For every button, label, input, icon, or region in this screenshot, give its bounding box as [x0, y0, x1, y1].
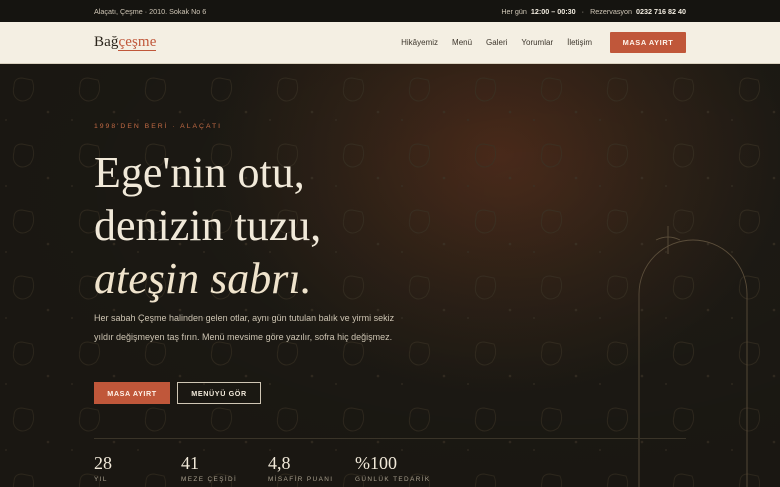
- headline-line-3: ateşin sabrı.: [94, 254, 312, 303]
- headline-line-2: denizin tuzu,: [94, 201, 322, 250]
- view-menu-button[interactable]: MENÜYÜ GÖR: [177, 382, 261, 404]
- nav-link-menu[interactable]: Menü: [452, 38, 472, 47]
- nav-link-gallery[interactable]: Galeri: [486, 38, 507, 47]
- separator: ·: [579, 6, 587, 16]
- stats-row: 28 YIL 41 MEZE ÇEŞİDİ 4,8 MİSAFİR PUANI …: [94, 453, 442, 483]
- hero-description: Her sabah Çeşme halinden gelen otlar, ay…: [94, 313, 395, 342]
- stat-label: GÜNLÜK TEDARİK: [355, 476, 431, 483]
- hero-headline: Ege'nin otu, denizin tuzu, ateşin sabrı.: [94, 146, 321, 305]
- nav-link-story[interactable]: Hikâyemiz: [401, 38, 438, 47]
- nav-link-reviews[interactable]: Yorumlar: [521, 38, 553, 47]
- stat-label: YIL: [94, 476, 108, 483]
- hours-prefix: Her gün: [501, 6, 527, 16]
- stat-daily-supply: %100 GÜNLÜK TEDARİK: [355, 453, 442, 483]
- hero-eyebrow: 1998'DEN BERİ · ALAÇATI: [94, 123, 223, 130]
- reservation-label: Rezervasyon: [590, 6, 633, 16]
- headline-line-1: Ege'nin otu,: [94, 148, 305, 197]
- stats-divider: [94, 438, 686, 439]
- opening-hours: 12:00 – 00:30: [530, 6, 576, 16]
- stat-guest-rating: 4,8 MİSAFİR PUANI: [268, 453, 355, 483]
- address-text: Alaçatı, Çeşme · 2010. Sokak No 6: [94, 6, 207, 16]
- stat-years: 28 YIL: [94, 453, 181, 483]
- stat-value: 4,8: [268, 453, 291, 473]
- stat-value: 28: [94, 453, 112, 473]
- nav-links: Hikâyemiz Menü Galeri Yorumlar İletişim …: [401, 32, 686, 53]
- stat-label: MİSAFİR PUANI: [268, 476, 334, 483]
- phone-link[interactable]: 0232 716 82 40: [636, 7, 686, 16]
- logo[interactable]: Bağçeşme: [94, 34, 157, 51]
- hero-section: 1998'DEN BERİ · ALAÇATI Ege'nin otu, den…: [0, 64, 780, 487]
- reserve-table-button[interactable]: MASA AYIRT: [94, 382, 170, 404]
- stat-meze-count: 41 MEZE ÇEŞİDİ: [181, 453, 268, 483]
- nav-link-contact[interactable]: İletişim: [567, 38, 592, 47]
- stat-value: %100: [355, 453, 397, 473]
- stat-value: 41: [181, 453, 199, 473]
- reserve-table-nav-button[interactable]: MASA AYIRT: [610, 32, 686, 53]
- top-info-bar: Alaçatı, Çeşme · 2010. Sokak No 6 Her gü…: [0, 0, 780, 22]
- main-navbar: Bağçeşme Hikâyemiz Menü Galeri Yorumlar …: [0, 22, 780, 64]
- hours-and-phone: Her gün 12:00 – 00:30 · Rezervasyon 0232…: [501, 7, 686, 16]
- stat-label: MEZE ÇEŞİDİ: [181, 476, 238, 483]
